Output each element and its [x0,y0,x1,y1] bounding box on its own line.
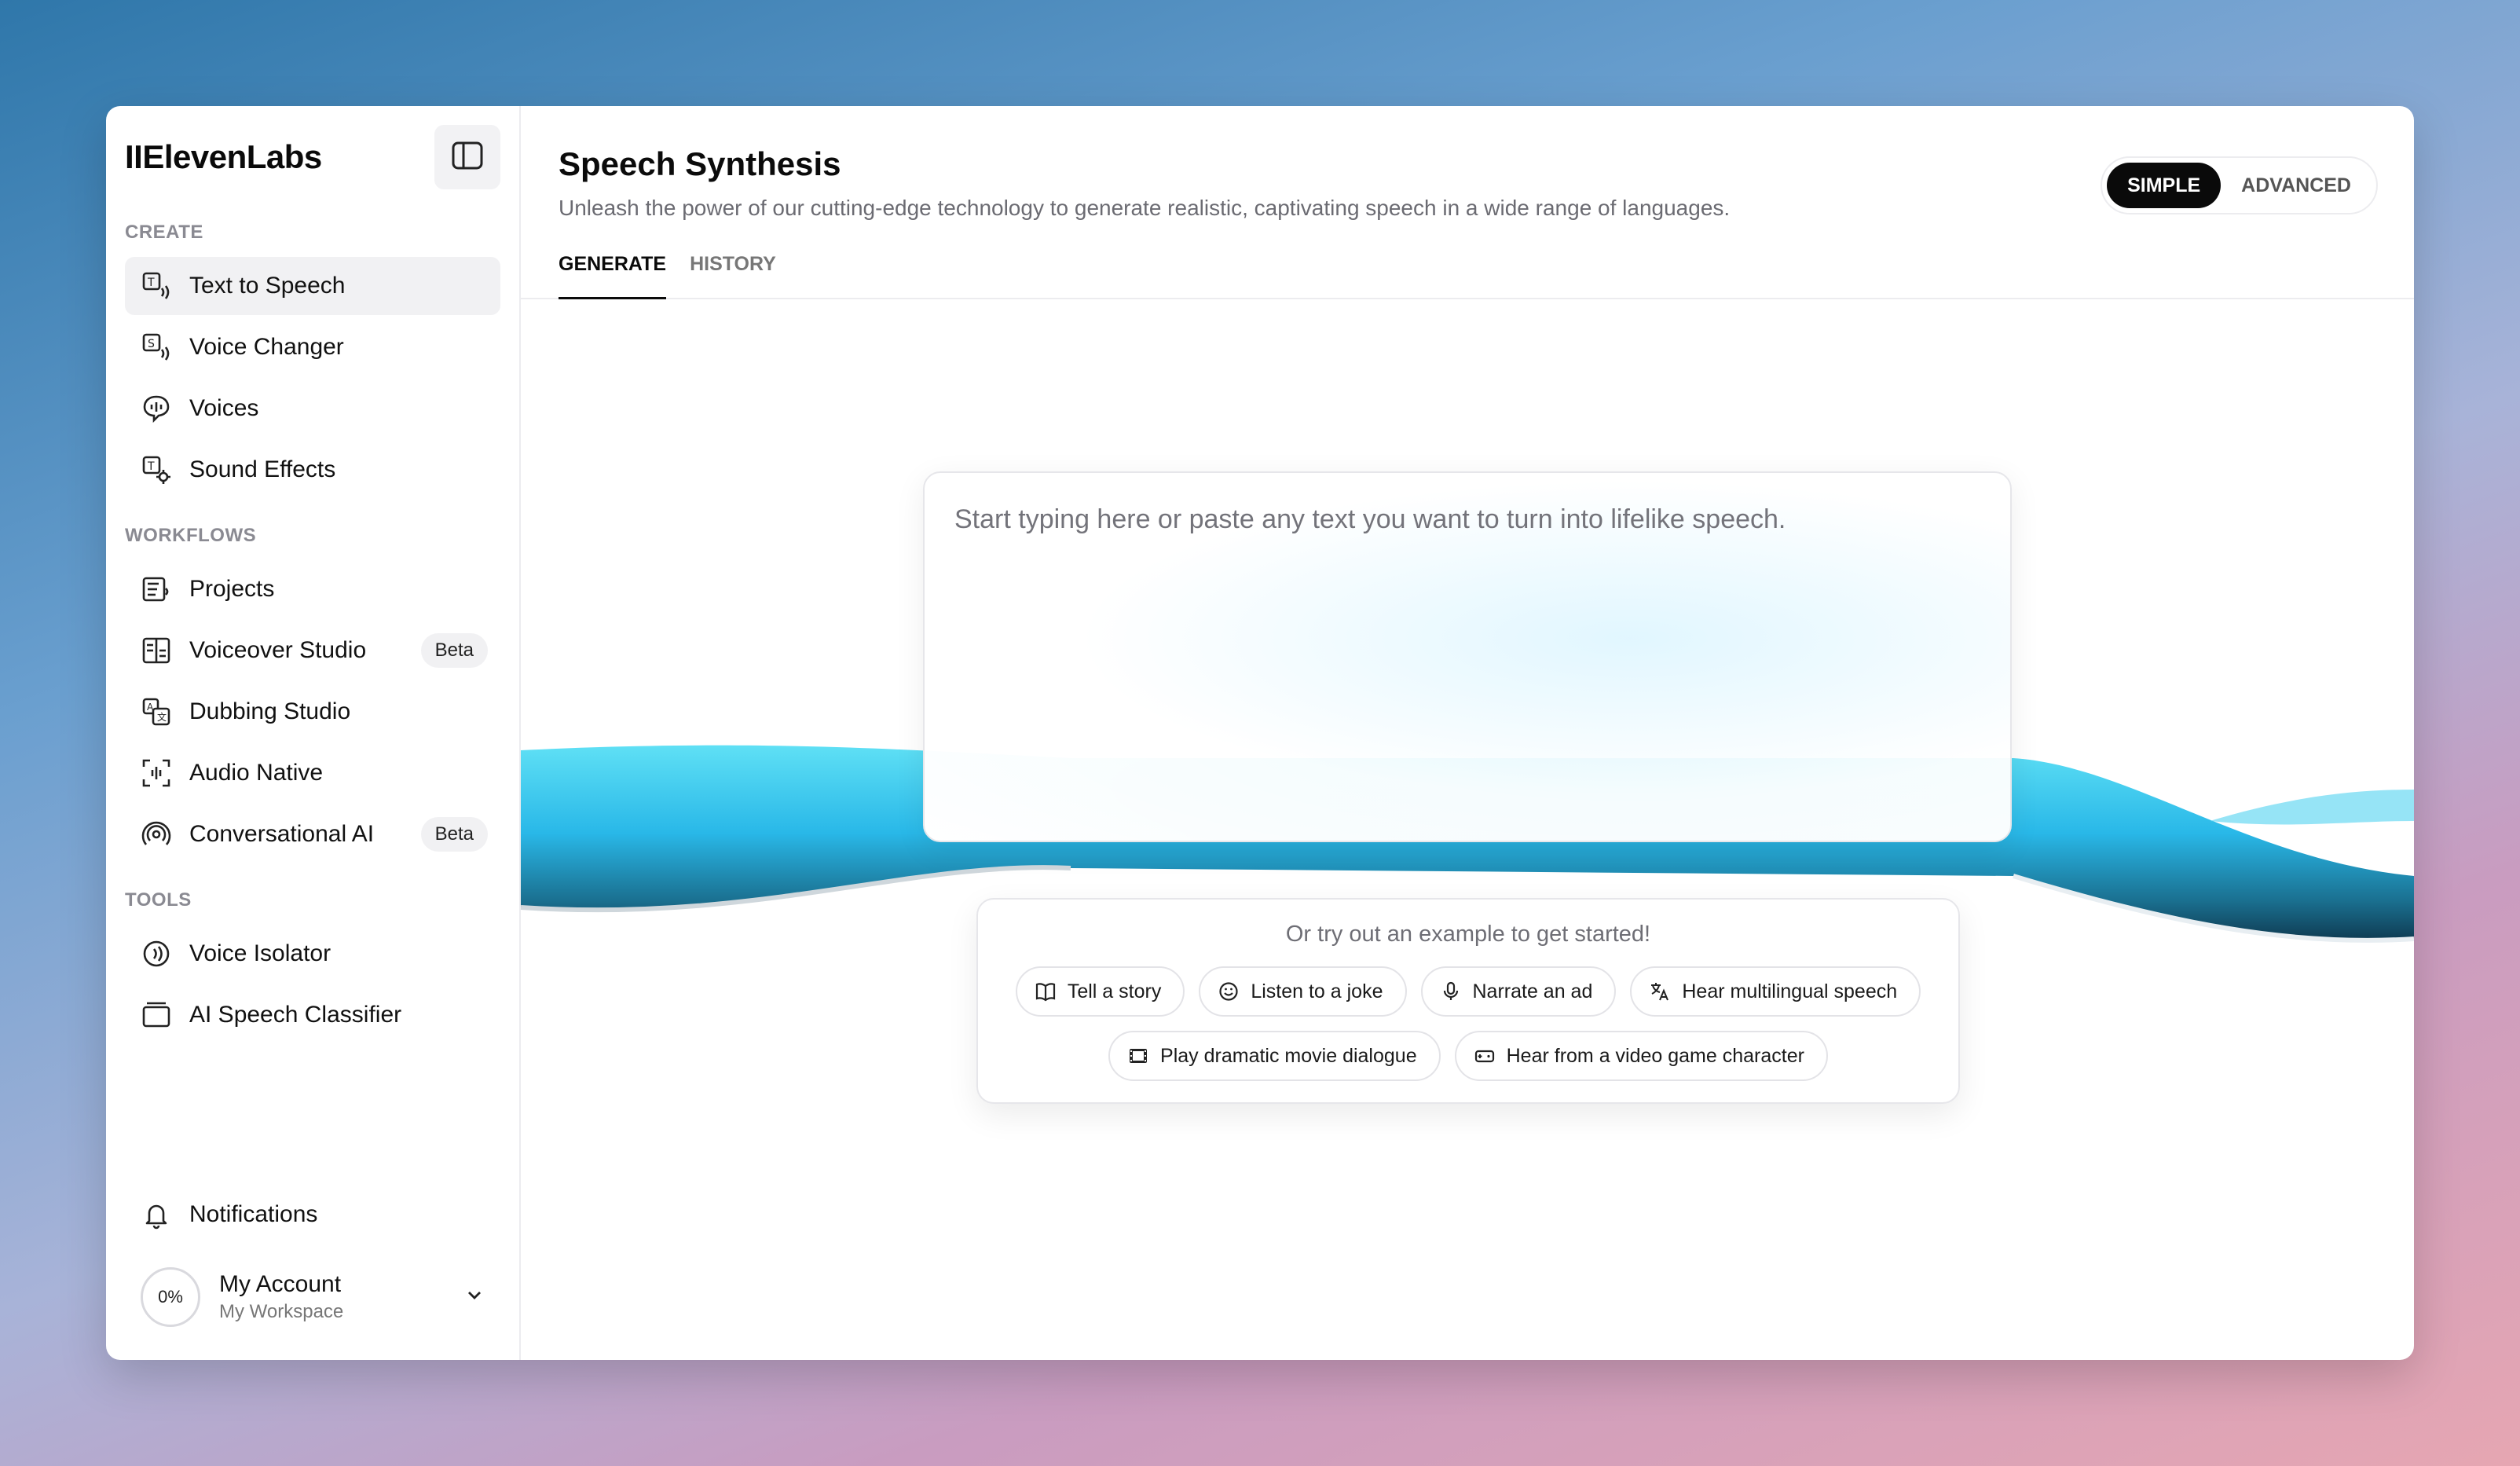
section-title-workflows: WORKFLOWS [125,525,257,546]
example-play-dramatic-movie-dialogue-button[interactable]: Play dramatic movie dialogue [1108,1031,1441,1081]
chip-label: Hear from a video game character [1506,1044,1804,1067]
tab-generate[interactable]: GENERATE [559,251,667,299]
text-to-speech-icon: T [141,270,172,302]
examples-row-2: Play dramatic movie dialogue Hear from a… [978,1031,1958,1081]
sidebar-item-label: Conversational AI [189,821,375,847]
tabs: GENERATE HISTORY [521,251,2414,299]
logo[interactable]: IIElevenLabs [125,138,322,176]
beta-badge: Beta [420,817,488,852]
sidebar-toggle-icon [452,141,483,174]
svg-text:T: T [147,460,155,473]
sidebar-item-audio-native[interactable]: Audio Native [125,744,500,802]
sidebar-item-label: Voice Changer [189,334,344,360]
chip-label: Tell a story [1067,980,1162,1002]
svg-text:S: S [148,338,155,350]
sidebar-item-label: Dubbing Studio [189,698,351,724]
sidebar-item-label: Text to Speech [189,273,346,299]
workspace-name: My Workspace [219,1301,344,1322]
account-name: My Account [219,1271,342,1297]
dubbing-studio-icon: A文 [141,696,172,728]
sidebar-toggle-button[interactable] [434,125,500,189]
sidebar-item-voices[interactable]: Voices [125,379,500,438]
gamepad-icon [1474,1045,1496,1067]
sidebar-item-label: Voiceover Studio [189,637,367,663]
chip-label: Play dramatic movie dialogue [1160,1044,1417,1067]
voices-icon [141,393,172,424]
sidebar-item-projects[interactable]: Projects [125,560,500,618]
sidebar-item-label: Audio Native [189,760,324,786]
sidebar-item-text-to-speech[interactable]: T Text to Speech [125,257,500,315]
chip-label: Narrate an ad [1472,980,1593,1002]
page-header: Speech Synthesis Unleash the power of ou… [521,106,2414,221]
sidebar-item-notifications[interactable]: Notifications [125,1186,500,1244]
example-hear-from-a-video-game-character-button[interactable]: Hear from a video game character [1454,1031,1828,1081]
translate-icon [1649,980,1671,1002]
sidebar-item-voice-isolator[interactable]: Voice Isolator [125,925,500,983]
account-info: My Account My Workspace [219,1271,464,1323]
examples-heading: Or try out an example to get started! [1285,922,1651,947]
sidebar-item-voice-changer[interactable]: S Voice Changer [125,318,500,376]
sidebar: IIElevenLabs CREATE T Text to Speech S V… [106,106,521,1360]
app-window: IIElevenLabs CREATE T Text to Speech S V… [106,106,2414,1360]
mode-toggle: SIMPLE ADVANCED [2101,156,2378,214]
account-switcher[interactable]: 0% My Account My Workspace [125,1258,500,1336]
sidebar-item-label: Notifications [189,1201,318,1227]
simple-mode-button[interactable]: SIMPLE [2107,163,2221,208]
sidebar-item-sound-effects[interactable]: T Sound Effects [125,441,500,499]
film-icon [1127,1045,1149,1067]
sidebar-item-voiceover-studio[interactable]: Voiceover Studio Beta [125,621,500,680]
conversational-ai-icon [141,819,172,850]
example-hear-multilingual-speech-button[interactable]: Hear multilingual speech [1630,966,1921,1017]
tab-history[interactable]: HISTORY [690,251,776,299]
ai-speech-classifier-icon [141,999,172,1031]
svg-text:文: 文 [157,711,167,723]
sidebar-item-label: Voice Isolator [189,940,331,966]
projects-icon [141,574,172,605]
svg-text:T: T [147,277,155,289]
sidebar-item-label: Voices [189,395,259,421]
chevron-down-icon [464,1285,485,1310]
chip-label: Listen to a joke [1251,980,1383,1002]
example-tell-a-story-button[interactable]: Tell a story [1015,966,1185,1017]
section-title-create: CREATE [125,222,203,243]
sidebar-item-label: Projects [189,576,275,602]
main-panel: Speech Synthesis Unleash the power of ou… [521,106,2414,1360]
examples-row-1: Tell a story Listen to a joke Narrate an… [978,966,1958,1017]
microphone-icon [1440,980,1462,1002]
bell-icon [141,1199,172,1230]
smiley-icon [1218,980,1240,1002]
advanced-mode-button[interactable]: ADVANCED [2221,163,2372,208]
usage-progress-ring: 0% [141,1267,200,1327]
example-narrate-an-ad-button[interactable]: Narrate an ad [1420,966,1617,1017]
sidebar-item-dubbing-studio[interactable]: A文 Dubbing Studio [125,683,500,741]
sidebar-item-ai-speech-classifier[interactable]: AI Speech Classifier [125,986,500,1044]
text-input-panel [923,471,2012,842]
section-title-tools: TOOLS [125,889,192,911]
book-icon [1035,980,1057,1002]
voiceover-studio-icon [141,635,172,666]
example-listen-to-a-joke-button[interactable]: Listen to a joke [1199,966,1407,1017]
audio-native-icon [141,757,172,789]
brand-row: IIElevenLabs [125,106,500,208]
examples-panel: Or try out an example to get started! Te… [976,898,1960,1104]
sidebar-item-label: AI Speech Classifier [189,1002,402,1028]
beta-badge: Beta [420,633,488,668]
text-input[interactable] [954,504,1980,809]
voice-isolator-icon [141,938,172,969]
sidebar-item-conversational-ai[interactable]: Conversational AI Beta [125,805,500,863]
sound-effects-icon: T [141,454,172,486]
sidebar-bottom: Notifications 0% My Account My Workspace [125,1186,500,1336]
svg-text:A: A [147,702,154,713]
sidebar-item-label: Sound Effects [189,456,336,482]
chip-label: Hear multilingual speech [1682,980,1898,1002]
voice-changer-icon: S [141,332,172,363]
